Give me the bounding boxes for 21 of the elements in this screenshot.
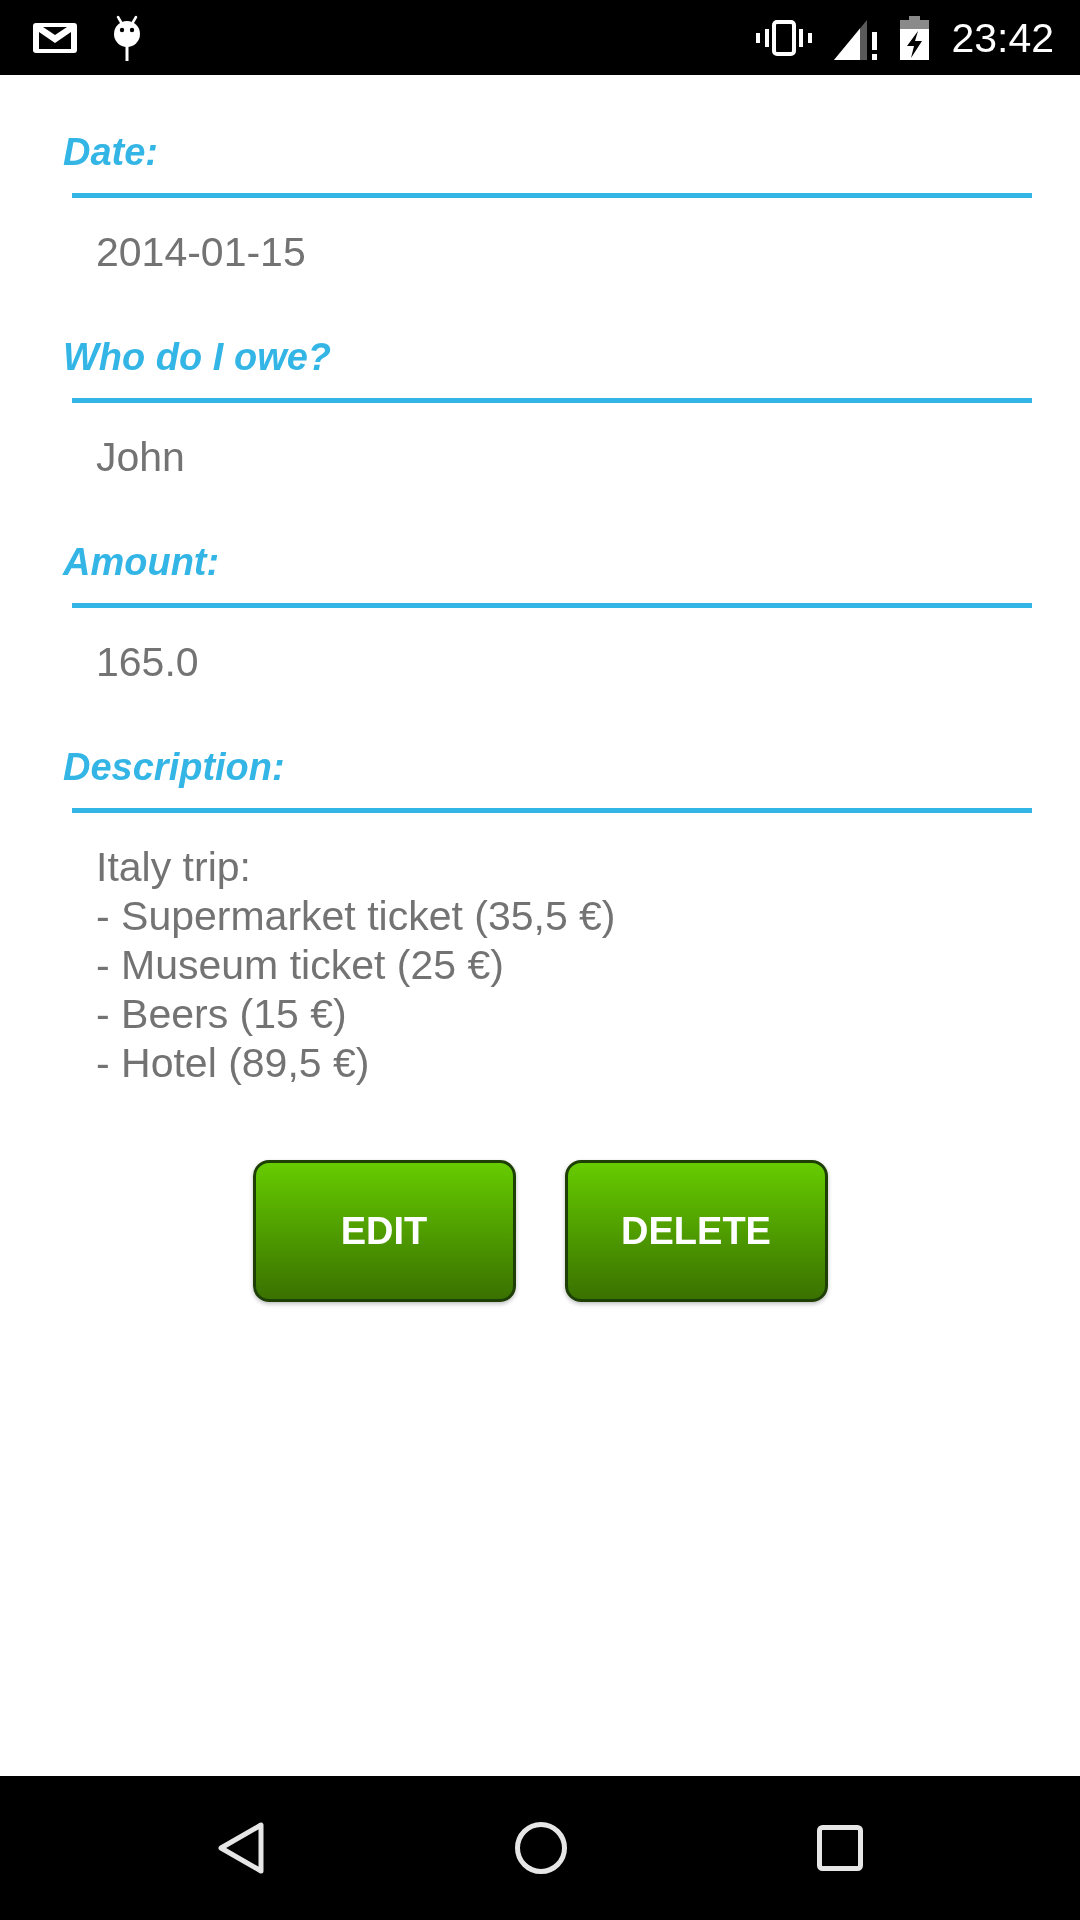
field-label: Amount:	[63, 540, 220, 585]
field-value: 2014-01-15	[96, 228, 306, 277]
recents-button[interactable]	[817, 1825, 863, 1871]
robot-icon	[112, 14, 142, 61]
field-label: Date:	[63, 130, 159, 175]
delete-button[interactable]: DELETE	[564, 1160, 828, 1302]
field-value: Italy trip: - Supermarket ticket (35,5 €) - Museum ticket (25 €) - Beers (15 €) - Hotel (89,5 €)	[96, 843, 616, 1088]
home-icon	[515, 1822, 567, 1874]
mail-icon	[33, 22, 77, 53]
edit-button[interactable]: EDIT	[252, 1160, 516, 1302]
home-button[interactable]	[515, 1822, 567, 1874]
vibrate-icon	[756, 19, 813, 56]
field-label: Who do I owe?	[63, 335, 332, 380]
back-icon	[217, 1820, 265, 1876]
field-value: 165.0	[96, 638, 199, 687]
recents-icon	[817, 1825, 863, 1871]
back-button[interactable]	[217, 1820, 265, 1876]
status-time: 23:42	[951, 13, 1054, 62]
field-value: John	[96, 433, 185, 482]
field-label: Description:	[63, 745, 285, 790]
battery-charging-icon	[900, 15, 930, 60]
